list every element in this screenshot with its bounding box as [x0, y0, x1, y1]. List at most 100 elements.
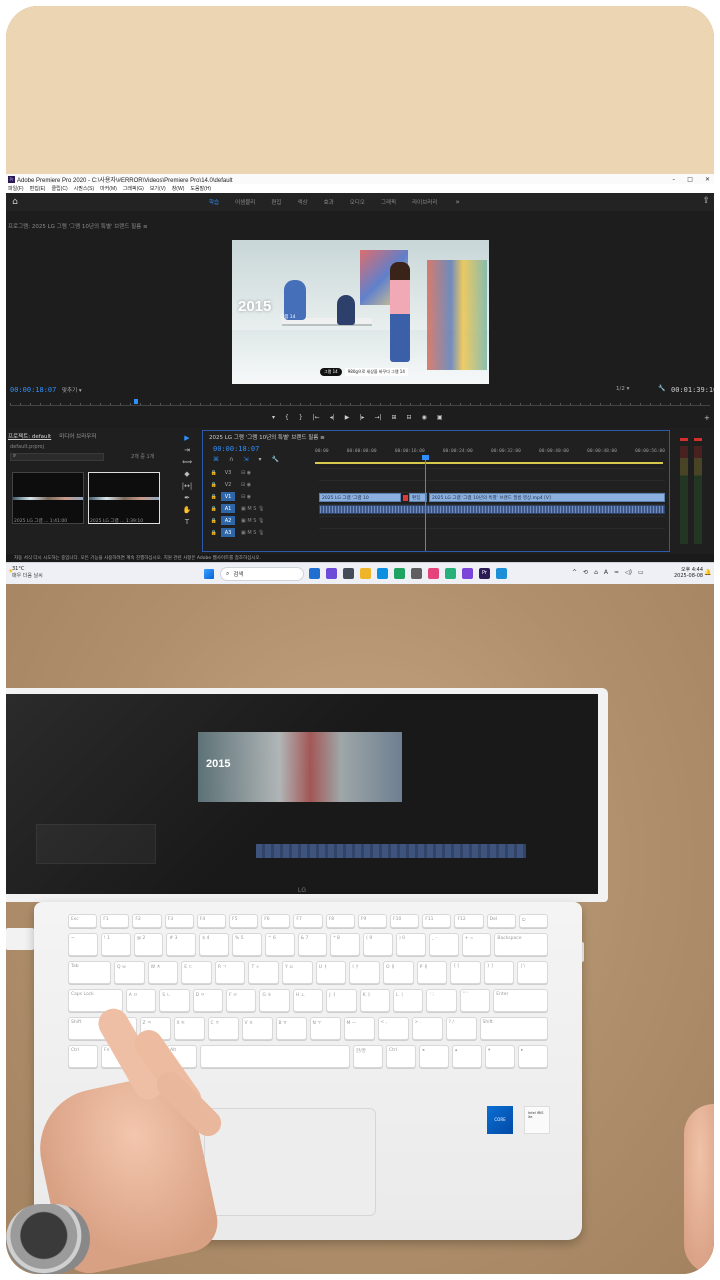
lift-icon[interactable]: ⊞: [392, 414, 397, 421]
track-name[interactable]: V2: [221, 480, 235, 489]
maximize-icon[interactable]: □: [687, 176, 693, 183]
taskbar-search-input[interactable]: ⌕ 검색: [220, 567, 304, 581]
menu-clip[interactable]: 클립(C): [51, 185, 67, 192]
project-search-input[interactable]: ⌕: [10, 453, 104, 461]
workspace-tab-learn[interactable]: 학습: [201, 198, 227, 206]
keyboard-key[interactable]: F10: [390, 914, 420, 928]
ripple-edit-tool-icon[interactable]: ⟺: [182, 458, 192, 466]
workspace-more-icon[interactable]: »: [455, 198, 459, 206]
taskbar-app-icon[interactable]: [360, 568, 371, 579]
keyboard-key[interactable]: T ㅅ: [248, 961, 280, 984]
workspace-tab-graphics[interactable]: 그래픽: [373, 198, 404, 206]
video-clip[interactable]: 2025 LG 그램 '그램 10년의 특별' 브랜드 필름 영상.mp4 [V…: [429, 493, 665, 502]
keyboard-key[interactable]: ~: [68, 933, 98, 956]
keyboard-key[interactable]: B ㅠ: [275, 1017, 307, 1040]
selection-tool-icon[interactable]: ▶: [184, 434, 189, 442]
keyboard-key[interactable]: F2: [132, 914, 162, 928]
workspace-tab-effects[interactable]: 효과: [316, 198, 342, 206]
taskbar-app-icon[interactable]: [428, 568, 439, 579]
keyboard-key[interactable]: O ㅐ: [382, 961, 414, 984]
taskbar-app-icon[interactable]: Pr: [479, 568, 490, 579]
menu-edit[interactable]: 편집(E): [30, 185, 46, 192]
ime-icon[interactable]: A: [604, 569, 608, 576]
keyboard-key[interactable]: ^ 6: [264, 933, 295, 956]
track-controls[interactable]: ▣ M S 🎙: [235, 530, 311, 536]
keyboard-key[interactable]: 한/영: [353, 1045, 383, 1068]
keyboard-key[interactable]: ( 9: [363, 933, 393, 956]
keyboard-key[interactable]: Tab: [68, 961, 111, 984]
keyboard-key[interactable]: Backspace: [494, 933, 548, 956]
work-area-bar[interactable]: [315, 462, 663, 464]
keyboard-key[interactable]: F4: [196, 914, 227, 928]
keyboard-key[interactable]: I ㅑ: [349, 961, 380, 984]
keyboard-key[interactable]: M ㅡ: [343, 1017, 375, 1040]
keyboard-key[interactable]: Esc: [68, 914, 98, 928]
keyboard-key[interactable]: < ,: [377, 1017, 409, 1040]
type-tool-icon[interactable]: T: [185, 518, 189, 526]
extract-icon[interactable]: ⊟: [407, 414, 412, 421]
lock-icon[interactable]: 🔒: [207, 494, 221, 500]
keyboard-key[interactable]: F12: [454, 914, 484, 928]
keyboard-key[interactable]: H ㅗ: [292, 989, 324, 1012]
sync-icon[interactable]: ⟲: [583, 569, 588, 576]
program-current-timecode[interactable]: 00:00:18:07: [10, 386, 56, 394]
track-name[interactable]: A1: [221, 504, 235, 513]
lock-icon[interactable]: 🔒: [207, 470, 221, 476]
taskbar-clock[interactable]: 오후 4:44 2025-08-08: [674, 566, 703, 579]
track-lane[interactable]: [319, 480, 665, 489]
close-icon[interactable]: ✕: [705, 176, 710, 183]
taskbar-app-icon[interactable]: [377, 568, 388, 579]
hand-tool-icon[interactable]: ✋: [183, 506, 192, 514]
track-name[interactable]: V1: [221, 492, 235, 501]
timeline-playhead[interactable]: [425, 457, 426, 551]
keyboard-key[interactable]: Del: [486, 914, 516, 928]
keyboard-key[interactable]: } ]: [483, 961, 515, 984]
menu-view[interactable]: 보기(V): [150, 185, 166, 192]
track-lane[interactable]: [319, 468, 665, 477]
windows-start-icon[interactable]: [204, 569, 214, 579]
keyboard-key[interactable]: ? /: [445, 1017, 477, 1040]
timeline-ruler[interactable]: 00:00 00:00:08:00 00:00:16:00 00:00:24:0…: [315, 449, 665, 454]
add-button-icon[interactable]: +: [704, 414, 710, 422]
go-to-in-icon[interactable]: |←: [313, 414, 320, 421]
taskbar-app-icon[interactable]: [326, 568, 337, 579]
keyboard-key[interactable]: ⏻: [518, 914, 549, 928]
track-select-tool-icon[interactable]: ⇥: [184, 446, 190, 454]
project-item-thumbnail[interactable]: [88, 472, 160, 524]
keyboard-key[interactable]: G ㅎ: [259, 989, 290, 1012]
pen-tool-icon[interactable]: ✒: [184, 494, 190, 502]
keyboard-key[interactable]: _ -: [428, 933, 459, 956]
keyboard-key[interactable]: F9: [357, 914, 388, 928]
program-monitor-video[interactable]: 2015 그램 14 그램 14 980g으로 세상을 바꾸다 그램 14: [232, 240, 489, 384]
track-name[interactable]: A3: [221, 528, 235, 537]
track-name[interactable]: A2: [221, 516, 235, 525]
snap-icon[interactable]: ∩: [229, 456, 233, 463]
keyboard-key[interactable]: * 8: [330, 933, 361, 956]
taskbar-app-icon[interactable]: [309, 568, 320, 579]
audio-clip[interactable]: [319, 505, 665, 514]
track-controls[interactable]: ⊟ ◉: [235, 494, 311, 500]
lock-icon[interactable]: 🔒: [207, 518, 221, 524]
keyboard-key[interactable]: P ㅔ: [416, 961, 448, 984]
linked-selection-icon[interactable]: ⇲: [243, 456, 248, 463]
minimize-icon[interactable]: –: [672, 176, 675, 183]
compare-view-icon[interactable]: ▣: [437, 414, 443, 421]
lock-icon[interactable]: 🔒: [207, 530, 221, 536]
keyboard-key[interactable]: Q ㅂ: [113, 961, 145, 984]
keyboard-key[interactable]: : ;: [426, 989, 457, 1012]
keyboard-key[interactable]: Y ㅛ: [282, 961, 313, 984]
wifi-icon[interactable]: ≈: [614, 569, 619, 576]
slip-tool-icon[interactable]: |↔|: [182, 482, 193, 490]
tray-expand-icon[interactable]: ^: [572, 569, 577, 576]
track-controls[interactable]: ⊟ ◉: [235, 482, 311, 488]
keyboard-key[interactable]: & 7: [297, 933, 328, 956]
keyboard-key[interactable]: # 3: [166, 933, 197, 956]
keyboard-key[interactable]: % 5: [231, 933, 262, 956]
track-lane[interactable]: [319, 516, 665, 525]
track-controls[interactable]: ▣ M S 🎙: [235, 506, 311, 512]
keyboard-key[interactable]: @ 2: [133, 933, 164, 956]
keyboard-key[interactable]: " ': [459, 989, 491, 1012]
menu-marker[interactable]: 마커(M): [100, 185, 117, 192]
track-controls[interactable]: ⊟ ◉: [235, 470, 311, 476]
keyboard-key[interactable]: F1: [100, 914, 130, 928]
